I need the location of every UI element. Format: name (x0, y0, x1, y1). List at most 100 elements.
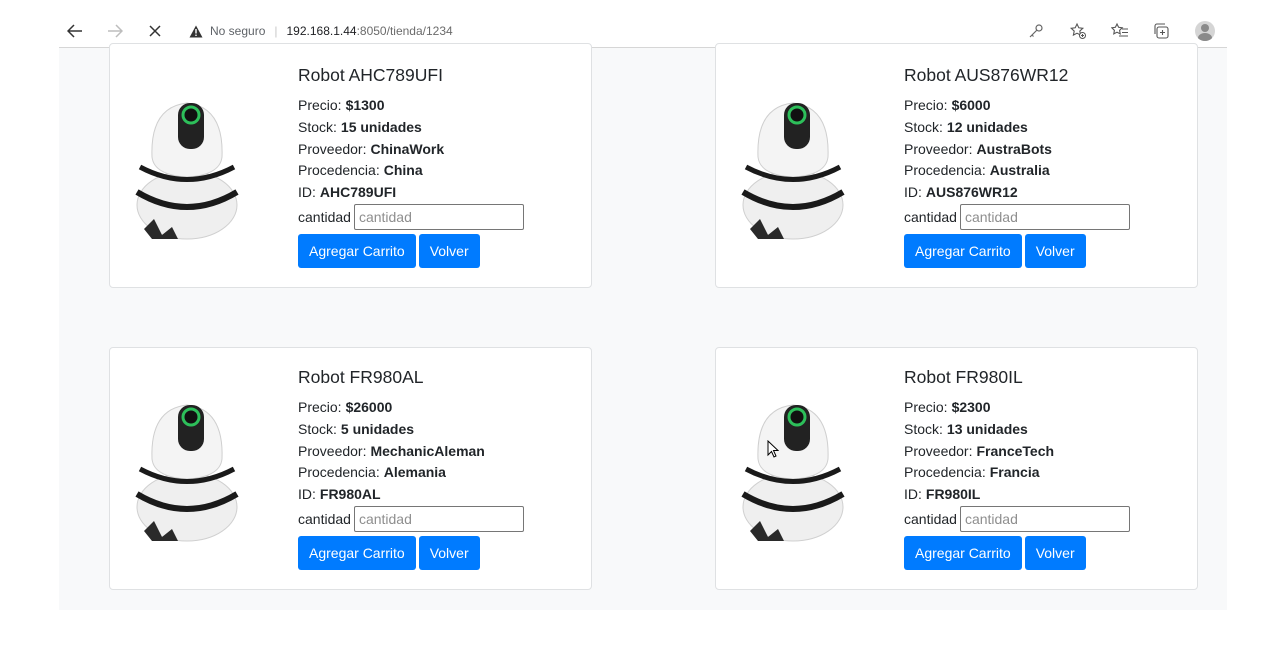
quantity-row: cantidad (298, 203, 524, 230)
mouse-cursor-icon (767, 440, 779, 458)
supplier-label: Proveedor: (298, 140, 367, 157)
stock-row: Stock: 5 unidades (298, 419, 524, 441)
supplier-label: Proveedor: (298, 442, 367, 459)
quantity-input[interactable] (959, 203, 1130, 230)
supplier-row: Proveedor: AustraBots (904, 139, 1130, 161)
product-card: Robot FR980AL Precio: $26000 Stock: 5 unid… (109, 347, 592, 590)
quantity-label: cantidad (298, 208, 351, 225)
warning-icon (189, 25, 203, 37)
add-favorite-icon[interactable] (1069, 22, 1087, 40)
price-label: Precio: (904, 399, 948, 415)
product-title: Robot FR980AL (298, 367, 424, 387)
product-title: Robot AUS876WR12 (904, 65, 1069, 85)
supplier-label: Proveedor: (904, 442, 973, 459)
supplier-value: MechanicAleman (370, 442, 485, 459)
stock-row: Stock: 15 unidades (298, 117, 524, 139)
stock-row: Stock: 13 unidades (904, 419, 1130, 441)
price-row: Precio: $6000 (904, 95, 1130, 117)
origin-row: Procedencia: Alemania (298, 462, 524, 484)
back-button[interactable]: Volver (418, 233, 480, 268)
origin-label: Procedencia: (904, 464, 986, 481)
key-icon[interactable] (1027, 22, 1045, 40)
stock-value: 5 unidades (340, 420, 415, 437)
card-actions: Agregar Carrito Volver (298, 233, 524, 268)
origin-value: Alemania (383, 464, 446, 481)
quantity-label: cantidad (904, 208, 957, 225)
card-actions: Agregar Carrito Volver (904, 233, 1130, 268)
quantity-input[interactable] (959, 505, 1130, 532)
origin-row: Procedencia: Australia (904, 160, 1130, 182)
address-divider: | (274, 24, 278, 38)
origin-label: Procedencia: (298, 162, 380, 179)
add-to-cart-button[interactable]: Agregar Carrito (298, 535, 416, 570)
origin-label: Procedencia: (298, 464, 380, 481)
robot-image (741, 404, 845, 542)
supplier-row: Proveedor: MechanicAleman (298, 441, 524, 463)
back-button[interactable]: Volver (1024, 535, 1086, 570)
price-value: $2300 (951, 399, 991, 415)
stock-label: Stock: (904, 118, 943, 135)
supplier-row: Proveedor: FranceTech (904, 441, 1130, 463)
price-value: $26000 (345, 399, 393, 415)
back-button[interactable]: Volver (1024, 233, 1086, 268)
stock-value: 13 unidades (946, 420, 1028, 437)
supplier-value: ChinaWork (370, 140, 445, 157)
product-title: Robot AHC789UFI (298, 65, 443, 85)
origin-label: Procedencia: (904, 162, 986, 179)
add-to-cart-button[interactable]: Agregar Carrito (904, 233, 1022, 268)
stock-row: Stock: 12 unidades (904, 117, 1130, 139)
origin-row: Procedencia: China (298, 160, 524, 182)
stock-label: Stock: (298, 118, 337, 135)
quantity-input[interactable] (353, 203, 524, 230)
card-actions: Agregar Carrito Volver (904, 535, 1130, 570)
card-actions: Agregar Carrito Volver (298, 535, 524, 570)
supplier-label: Proveedor: (904, 140, 973, 157)
price-value: $6000 (951, 97, 991, 113)
product-card: Robot AHC789UFI Precio: $1300 Stock: 15 un… (109, 43, 592, 288)
url-host: 192.168.1.44 (286, 24, 357, 38)
id-row: ID: AUS876WR12 (904, 182, 1130, 204)
id-row: ID: FR980AL (298, 484, 524, 506)
origin-value: Francia (989, 464, 1040, 481)
stock-value: 12 unidades (946, 118, 1028, 135)
robot-image (741, 102, 845, 240)
add-to-cart-button[interactable]: Agregar Carrito (904, 535, 1022, 570)
security-label: No seguro (210, 24, 266, 38)
id-value: AUS876WR12 (925, 184, 1018, 201)
origin-value: China (383, 162, 423, 179)
id-row: ID: FR980IL (904, 484, 1130, 506)
price-label: Precio: (904, 97, 948, 113)
back-button[interactable]: Volver (418, 535, 480, 570)
id-value: FR980IL (925, 486, 981, 503)
robot-image (135, 404, 239, 542)
origin-row: Procedencia: Francia (904, 462, 1130, 484)
quantity-input[interactable] (353, 505, 524, 532)
quantity-row: cantidad (904, 203, 1130, 230)
id-label: ID: (298, 486, 316, 503)
id-label: ID: (298, 184, 316, 201)
origin-value: Australia (989, 162, 1050, 179)
id-label: ID: (904, 184, 922, 201)
price-value: $1300 (345, 97, 385, 113)
stock-label: Stock: (904, 420, 943, 437)
price-row: Precio: $1300 (298, 95, 524, 117)
profile-avatar[interactable] (1195, 21, 1215, 41)
add-to-cart-button[interactable]: Agregar Carrito (298, 233, 416, 268)
price-label: Precio: (298, 97, 342, 113)
id-label: ID: (904, 486, 922, 503)
favorites-icon[interactable] (1111, 22, 1129, 40)
supplier-row: Proveedor: ChinaWork (298, 139, 524, 161)
price-row: Precio: $26000 (298, 397, 524, 419)
id-value: AHC789UFI (319, 184, 397, 201)
supplier-value: AustraBots (976, 140, 1052, 157)
product-card: Robot FR980IL Precio: $2300 Stock: 13 unid… (715, 347, 1198, 590)
back-arrow-icon[interactable] (61, 15, 89, 47)
quantity-label: cantidad (298, 510, 351, 527)
product-title: Robot FR980IL (904, 367, 1023, 387)
id-row: ID: AHC789UFI (298, 182, 524, 204)
quantity-label: cantidad (904, 510, 957, 527)
url-path: :8050/tienda/1234 (356, 24, 453, 38)
stock-value: 15 unidades (340, 118, 422, 135)
collections-icon[interactable] (1153, 22, 1171, 40)
supplier-value: FranceTech (976, 442, 1055, 459)
